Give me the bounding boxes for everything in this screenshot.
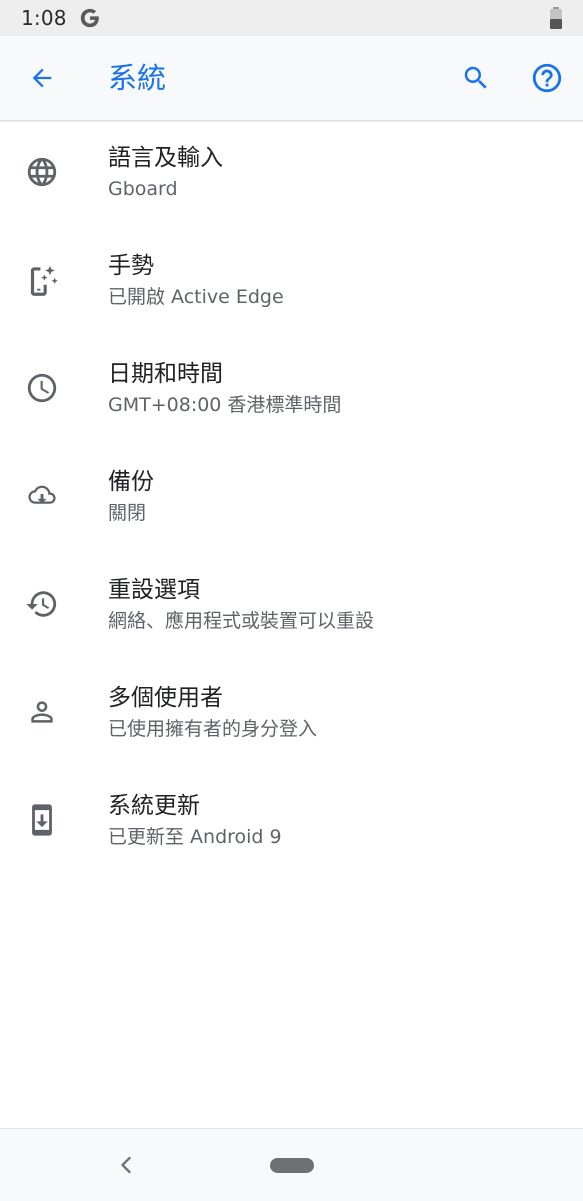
- navigation-bar: [0, 1128, 583, 1201]
- settings-item-subtitle: 網絡、應用程式或裝置可以重設: [108, 610, 375, 632]
- backup-cloud-icon: [18, 472, 66, 520]
- system-update-icon: [18, 796, 66, 844]
- settings-item-title: 語言及輸入: [108, 145, 223, 171]
- settings-item-title: 多個使用者: [108, 685, 223, 711]
- settings-item-gestures[interactable]: 手勢 已開啟 Active Edge: [0, 229, 583, 337]
- settings-item-title: 備份: [108, 469, 154, 495]
- clock-icon: [18, 364, 66, 412]
- settings-item-subtitle: 已使用擁有者的身分登入: [108, 718, 318, 740]
- page-title: 系統: [108, 61, 167, 95]
- help-button[interactable]: [523, 54, 571, 102]
- settings-item-backup[interactable]: 備份 關閉: [0, 445, 583, 553]
- gestures-icon: [18, 256, 66, 304]
- settings-item-multiple-users[interactable]: 多個使用者 已使用擁有者的身分登入: [0, 661, 583, 769]
- settings-item-date-time[interactable]: 日期和時間 GMT+08:00 香港標準時間: [0, 337, 583, 445]
- settings-item-title: 手勢: [108, 253, 154, 279]
- settings-item-subtitle: 已開啟 Active Edge: [108, 286, 284, 308]
- status-bar: 1:08: [0, 0, 583, 36]
- person-icon: [18, 688, 66, 736]
- settings-item-title: 系統更新: [108, 793, 200, 819]
- settings-item-subtitle: Gboard: [108, 178, 178, 200]
- search-icon: [464, 66, 487, 89]
- settings-item-title: 重設選項: [108, 577, 200, 603]
- nav-back-icon[interactable]: [112, 1151, 140, 1179]
- help-icon: [532, 63, 562, 93]
- settings-item-languages-input[interactable]: 語言及輸入 Gboard: [0, 121, 583, 229]
- arrow-back-icon: [32, 68, 52, 88]
- reset-history-icon: [18, 580, 66, 628]
- settings-item-system-update[interactable]: 系統更新 已更新至 Android 9: [0, 769, 583, 877]
- globe-icon: [18, 148, 66, 196]
- back-button[interactable]: [18, 54, 66, 102]
- settings-item-subtitle: GMT+08:00 香港標準時間: [108, 394, 342, 416]
- settings-list: 語言及輸入 Gboard 手勢 已開啟 Active Edge 日期和時間 GM…: [0, 121, 583, 877]
- battery-icon: [550, 7, 562, 29]
- settings-item-title: 日期和時間: [108, 361, 223, 387]
- settings-item-subtitle: 關閉: [108, 502, 147, 524]
- nav-home-pill[interactable]: [270, 1158, 314, 1173]
- settings-item-subtitle: 已更新至 Android 9: [108, 826, 282, 848]
- search-button[interactable]: [452, 54, 500, 102]
- app-bar: 系統: [0, 36, 583, 121]
- status-time: 1:08: [21, 6, 67, 30]
- google-g-icon: [80, 8, 99, 28]
- settings-item-reset-options[interactable]: 重設選項 網絡、應用程式或裝置可以重設: [0, 553, 583, 661]
